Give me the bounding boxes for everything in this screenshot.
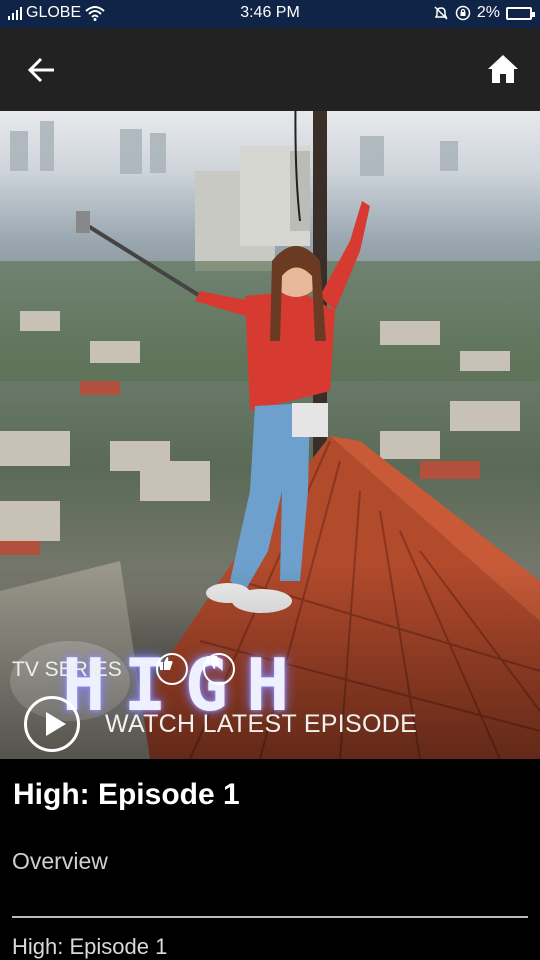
hero-banner[interactable]: HIGH TV SERIES WATCH LATEST EPISODE — [0, 111, 540, 759]
divider — [12, 916, 528, 918]
thumbs-down-icon[interactable] — [203, 653, 235, 685]
home-icon[interactable] — [486, 52, 520, 86]
watch-latest-episode-button[interactable]: WATCH LATEST EPISODE — [105, 710, 417, 739]
status-right: 2% — [433, 4, 535, 22]
episode-title: High: Episode 1 — [13, 778, 240, 811]
app-bar — [0, 28, 540, 111]
overview-heading: Overview — [12, 848, 108, 874]
battery-icon — [506, 6, 535, 20]
episode-subtitle: High: Episode 1 — [12, 934, 168, 959]
status-bar: GLOBE 3:46 PM 2% — [0, 0, 540, 28]
play-icon[interactable] — [24, 696, 80, 752]
mute-bell-icon — [434, 6, 448, 20]
thumbs-up-icon[interactable] — [156, 653, 188, 685]
rotation-lock-icon — [455, 5, 471, 21]
back-arrow-icon[interactable] — [26, 54, 58, 86]
battery-percent: 2% — [476, 4, 500, 21]
category-label: TV SERIES — [12, 658, 122, 681]
